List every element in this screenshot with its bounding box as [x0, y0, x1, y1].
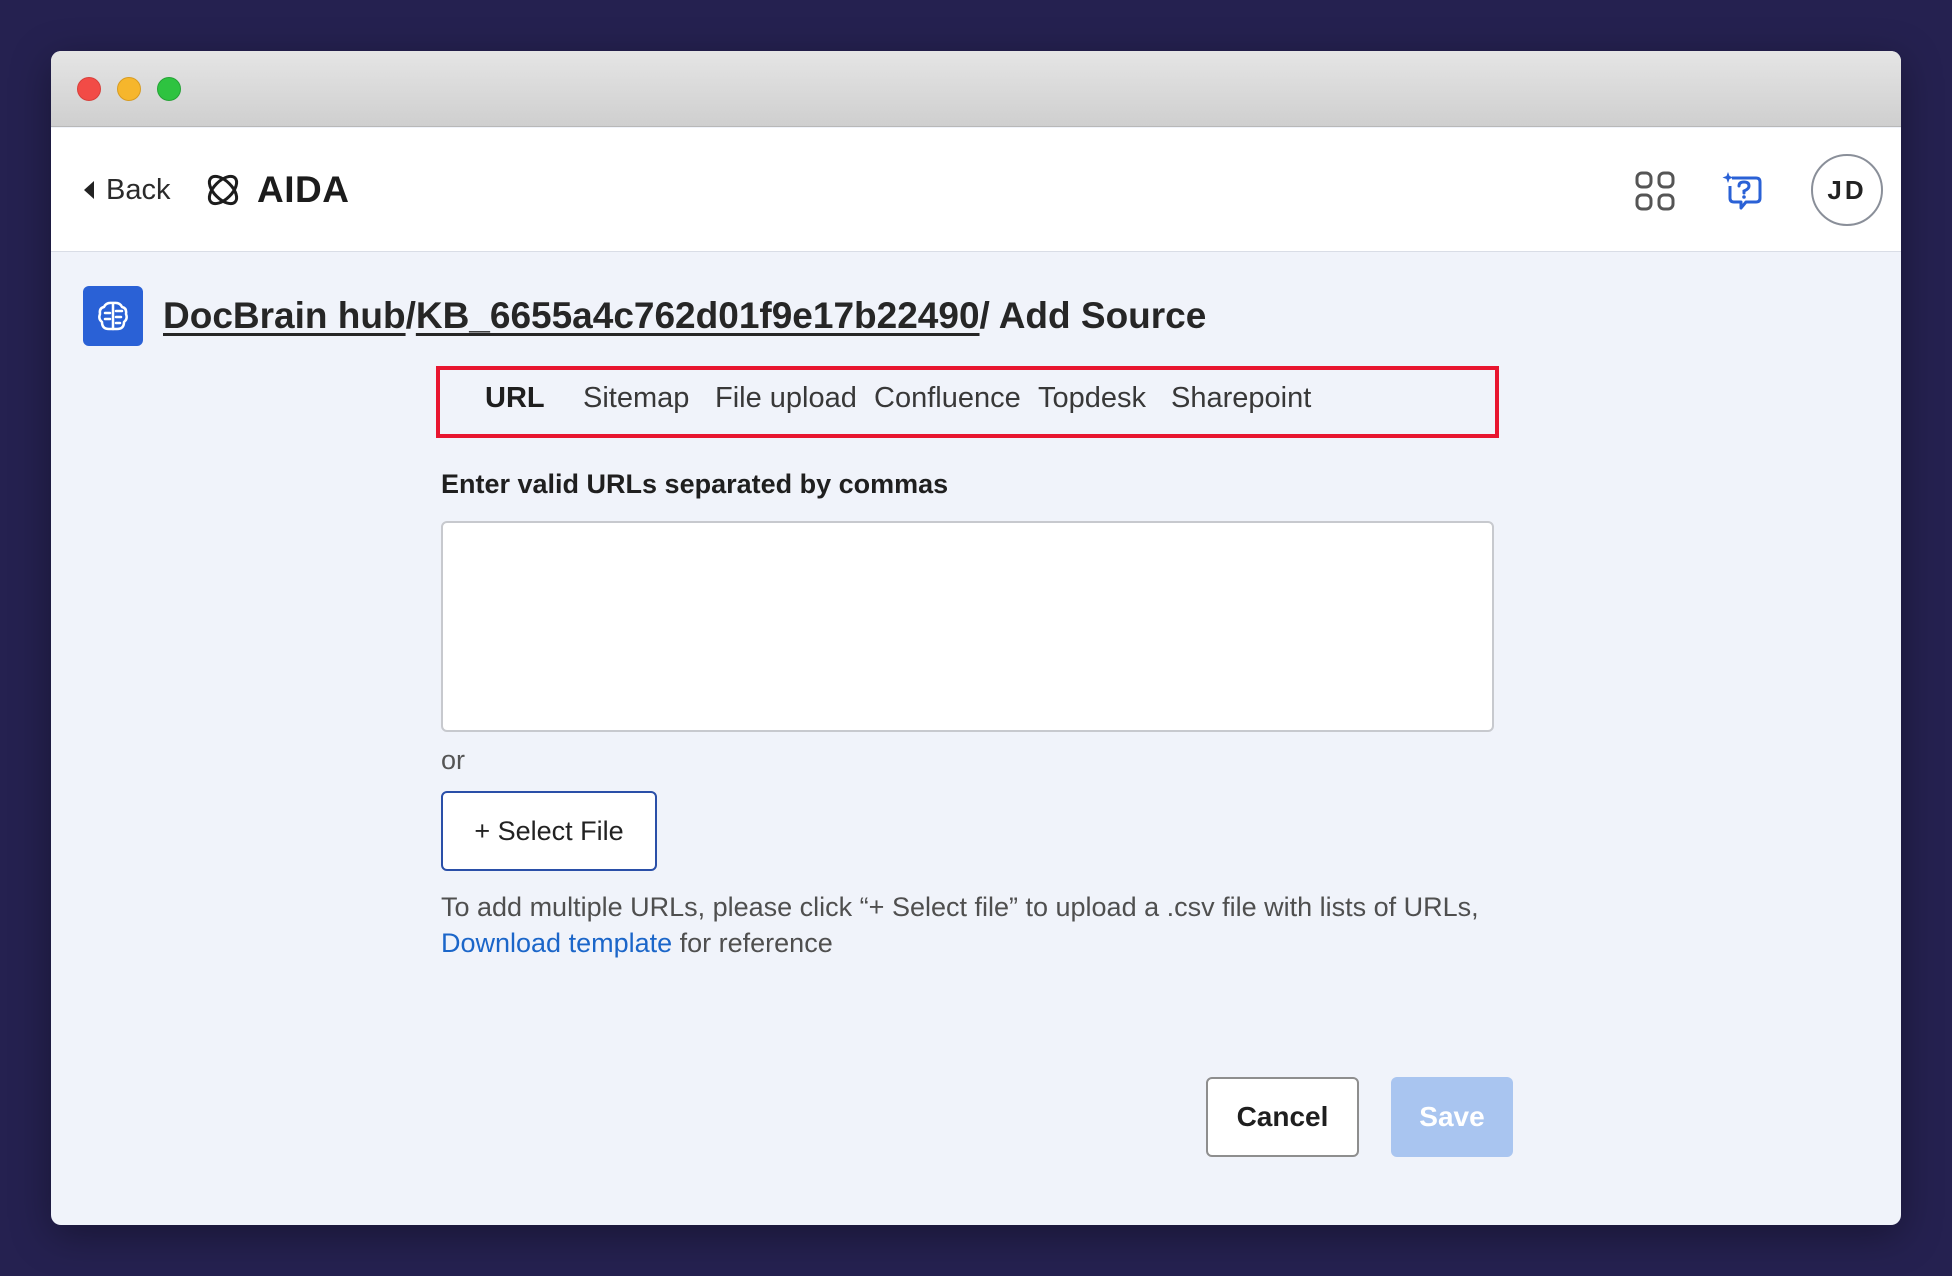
- download-template-link[interactable]: Download template: [441, 928, 672, 958]
- window-titlebar: [51, 51, 1901, 127]
- breadcrumb-hub-link[interactable]: DocBrain hub: [163, 295, 406, 337]
- url-input[interactable]: [441, 521, 1494, 732]
- breadcrumb: DocBrain hub / KB_6655a4c762d01f9e17b224…: [163, 291, 1206, 341]
- brain-doc-icon: [98, 301, 128, 331]
- save-button[interactable]: Save: [1391, 1077, 1513, 1157]
- tab-sitemap[interactable]: Sitemap: [583, 382, 689, 415]
- app-window: Back AIDA JD DocBrain hub / KB_6655a4c76…: [51, 51, 1901, 1225]
- back-label: Back: [106, 173, 171, 206]
- source-tabs: URL Sitemap File upload Confluence Topde…: [436, 366, 1499, 438]
- close-window-button[interactable]: [77, 77, 101, 101]
- help-text-main: To add multiple URLs, please click “+ Se…: [441, 892, 1479, 922]
- knowledge-base-icon: [83, 286, 143, 346]
- help-text: To add multiple URLs, please click “+ Se…: [441, 889, 1561, 961]
- tab-topdesk[interactable]: Topdesk: [1038, 382, 1146, 415]
- app-name: AIDA: [257, 169, 350, 210]
- or-separator: or: [441, 745, 466, 775]
- apps-grid-icon[interactable]: [1634, 170, 1676, 212]
- tab-file-upload[interactable]: File upload: [715, 382, 857, 415]
- cancel-button[interactable]: Cancel: [1206, 1077, 1359, 1157]
- minimize-window-button[interactable]: [117, 77, 141, 101]
- breadcrumb-current: / Add Source: [979, 295, 1207, 336]
- chevron-left-icon: [84, 181, 94, 199]
- breadcrumb-separator: /: [405, 295, 416, 336]
- ai-help-chat-icon[interactable]: [1722, 170, 1764, 212]
- tab-sharepoint[interactable]: Sharepoint: [1171, 382, 1311, 415]
- select-file-button[interactable]: + Select File: [441, 791, 657, 871]
- maximize-window-button[interactable]: [157, 77, 181, 101]
- breadcrumb-kb-link[interactable]: KB_6655a4c762d01f9e17b22490: [416, 295, 980, 337]
- aida-logo-icon: [207, 174, 239, 206]
- tab-confluence[interactable]: Confluence: [874, 382, 1021, 415]
- url-field-label: Enter valid URLs separated by commas: [441, 469, 949, 499]
- app-header: Back AIDA JD: [51, 128, 1901, 252]
- help-text-suffix: for reference: [672, 928, 833, 958]
- back-button[interactable]: Back: [84, 170, 170, 210]
- brand: AIDA: [203, 165, 349, 215]
- tab-url[interactable]: URL: [485, 382, 545, 415]
- user-avatar[interactable]: JD: [1811, 154, 1883, 226]
